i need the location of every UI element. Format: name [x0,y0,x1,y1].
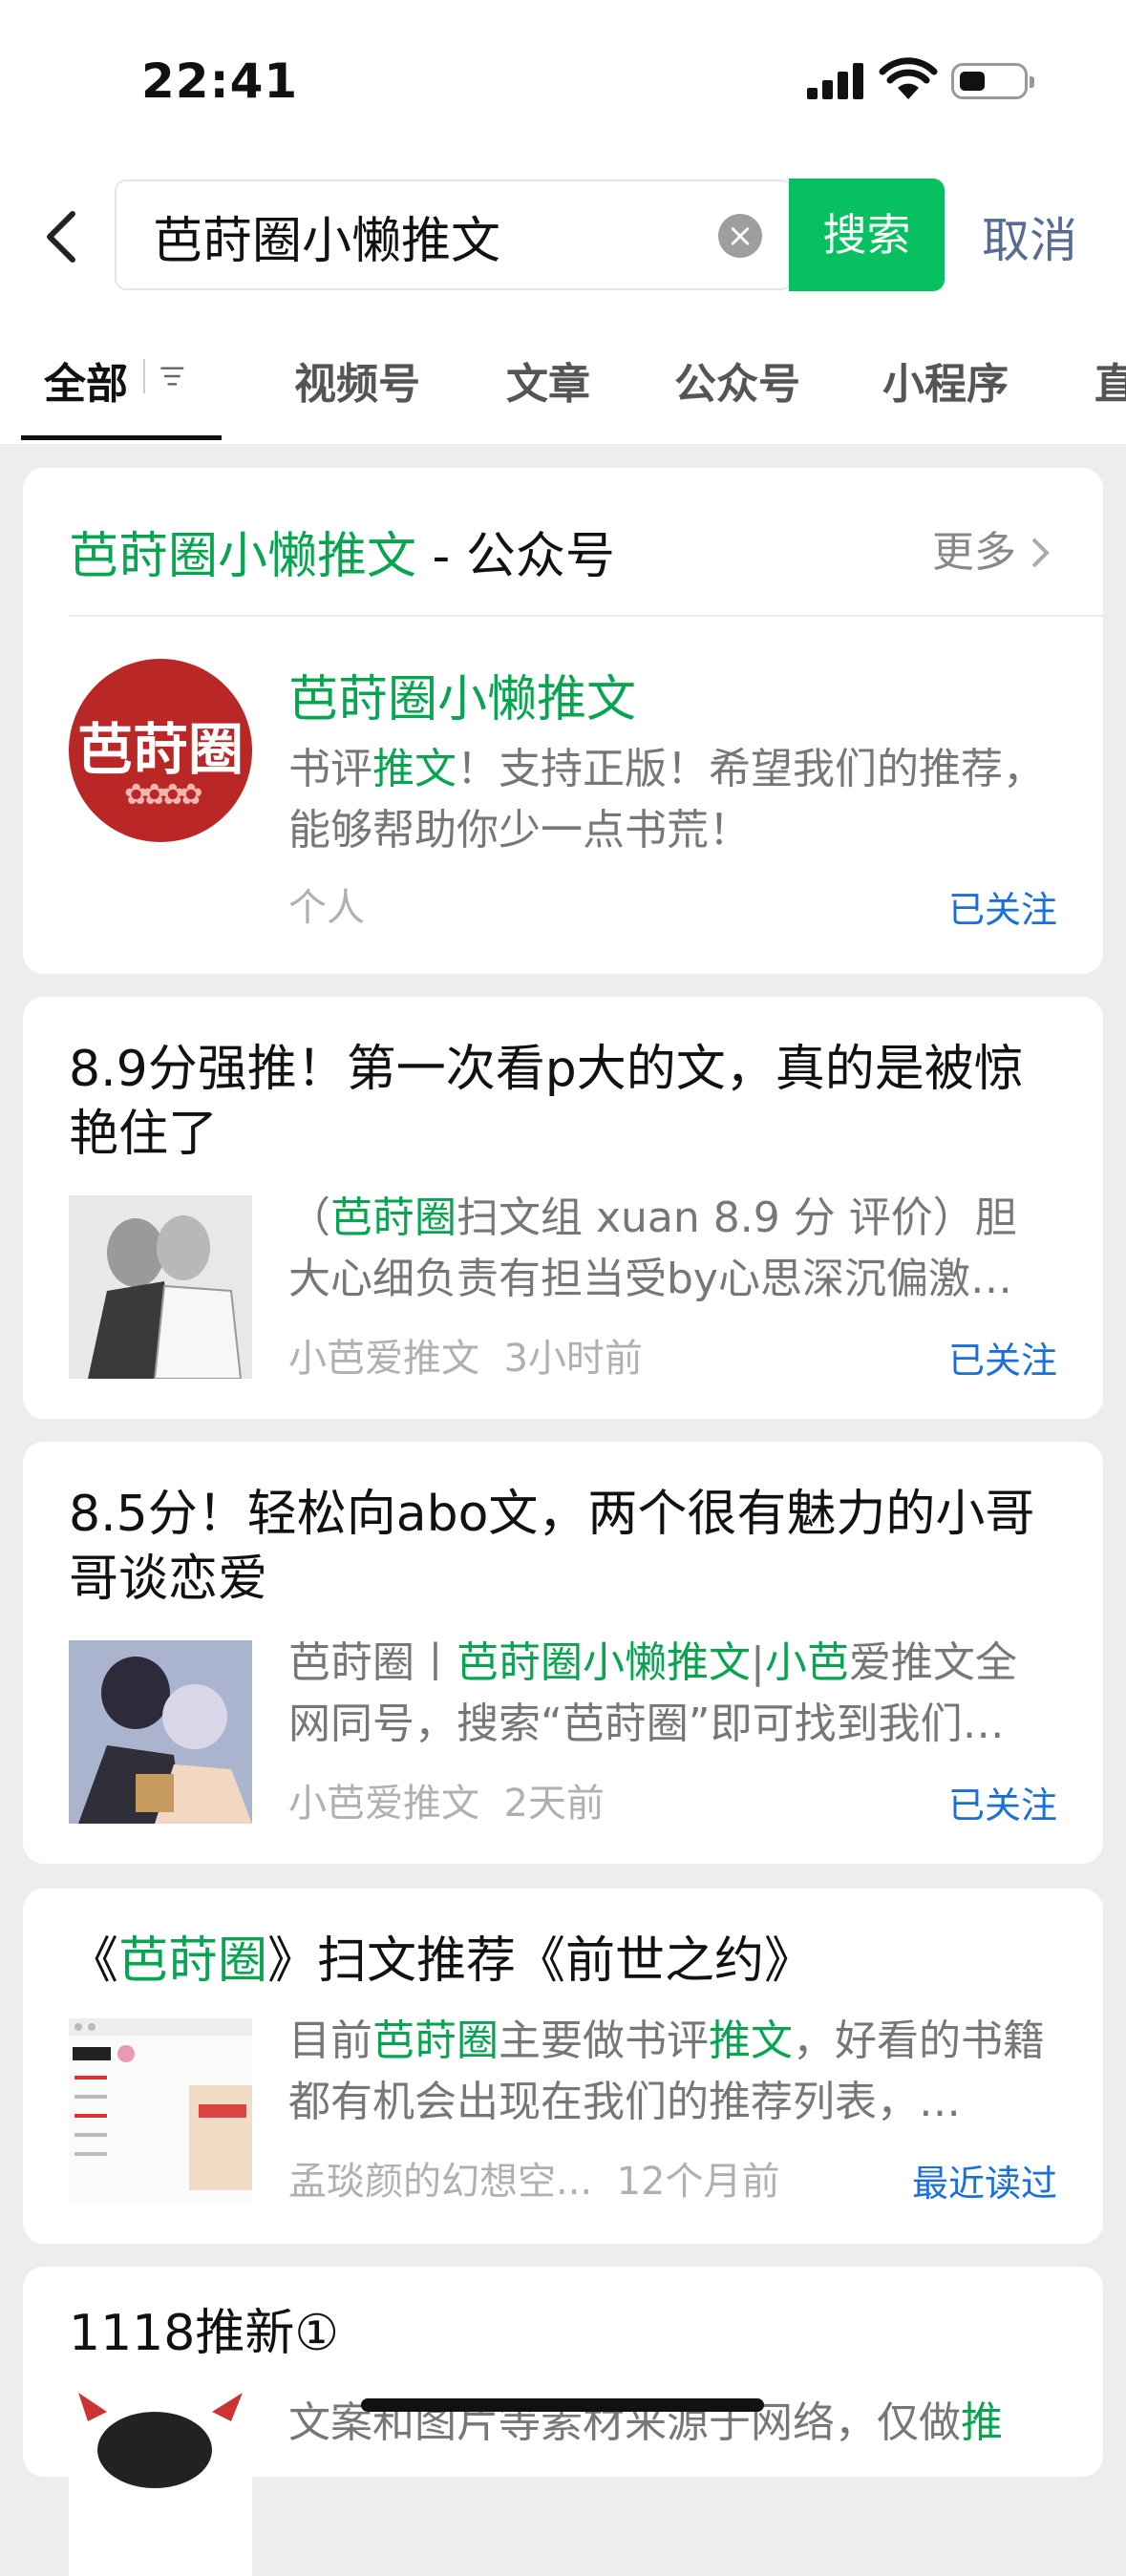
article-card[interactable]: 《芭莳圈》扫文推荐《前世之约》 目前芭莳圈主要做书评推文，好看的书籍都有机会出现… [23,1889,1103,2244]
home-indicator [361,2398,764,2412]
article-title: 8.9分强推！第一次看p大的文，真的是被惊艳住了 [69,1041,1024,1163]
article-title: 《芭莳圈》扫文推荐《前世之约》 [69,1932,815,1990]
chevron-right-icon [1031,538,1050,568]
article-title: 1118推新① [69,2305,339,2362]
follow-status: 最近读过 [911,2163,1057,2205]
article-thumbnail [69,1640,252,1824]
divider [69,615,1103,617]
account-section-title: 芭莳圈小懒推文 - 公众号 [69,528,615,585]
wifi-icon [879,57,938,99]
article-time: 2天前 [503,1782,605,1826]
more-link[interactable]: 更多 [932,517,1051,579]
status-time: 22:41 [141,53,299,109]
status-bar: 22:41 [0,0,1126,162]
battery-icon [951,63,1034,99]
article-card[interactable]: 8.5分！轻松向abo文，两个很有魅力的小哥哥谈恋爱 芭莳圈丨芭莳圈小懒推文|小… [23,1442,1103,1864]
tab-all[interactable]: 全部 [44,349,128,411]
article-time: 12个月前 [616,2160,780,2204]
account-type: 个人 [288,886,365,930]
search-box: × [115,179,793,290]
account-avatar: 芭莳圈 ✿✿✿✿ [69,659,252,842]
search-header: × 搜索 取消 [0,162,1126,315]
article-meta: 小芭爱推文 2天前 [288,1772,605,1827]
back-arrow-icon[interactable] [38,208,86,265]
article-meta: 小芭爱推文 3小时前 [288,1327,643,1383]
flower-icon: ✿✿✿✿ [124,778,203,812]
cancel-button[interactable]: 取消 [982,202,1077,271]
article-summary: 芭莳圈丨芭莳圈小懒推文|小芭爱推文全网同号，搜索“芭莳圈”即可找到我们… [288,1638,1017,1748]
follow-status: 已关注 [947,1784,1057,1826]
active-tab-indicator [21,435,222,440]
signal-icon [807,61,866,99]
article-meta: 孟琰颜的幻想空... 12个月前 [288,2150,780,2206]
article-thumbnail [69,1195,252,1379]
clear-icon[interactable]: × [718,214,762,258]
account-name: 芭莳圈小懒推文 [288,671,637,728]
article-summary: 目前芭莳圈主要做书评推文，好看的书籍都有机会出现在我们的推荐列表，… [288,2016,1045,2126]
tab-divider [143,359,145,393]
follow-status: 已关注 [947,1340,1057,1382]
tab-official-accounts[interactable]: 公众号 [674,349,800,411]
account-description: 书评推文！支持正版！希望我们的推荐，能够帮助你少一点书荒！ [288,745,1045,855]
article-card[interactable]: 8.9分强推！第一次看p大的文，真的是被惊艳住了 （芭莳圈扫文组 xuan 8.… [23,997,1103,1419]
tab-live[interactable]: 直 [1094,349,1126,411]
article-source: 孟琰颜的幻想空... [288,2160,593,2204]
article-card[interactable]: 1118推新① 文案和图片等素材来源于网络，仅做推 [23,2267,1103,2576]
follow-status: 已关注 [947,889,1057,931]
article-source: 小芭爱推文 [288,1337,479,1381]
filter-icon[interactable] [159,355,206,397]
article-summary: （芭莳圈扫文组 xuan 8.9 分 评价）胆大心细负责有担当受by心思深沉偏激… [288,1193,1017,1303]
article-thumbnail [69,2393,252,2576]
search-input[interactable] [151,181,690,290]
article-source: 小芭爱推文 [288,1782,479,1826]
tab-mini-programs[interactable]: 小程序 [882,349,1009,411]
article-thumbnail [69,2018,252,2202]
filter-tabs: 全部 视频号 文章 公众号 小程序 直 [0,315,1126,444]
tab-channels[interactable]: 视频号 [294,349,420,411]
article-time: 3小时前 [503,1337,643,1381]
search-button[interactable]: 搜索 [789,179,945,291]
tab-articles[interactable]: 文章 [506,349,590,411]
official-account-card[interactable]: 芭莳圈小懒推文 - 公众号 更多 芭莳圈 ✿✿✿✿ 芭莳圈小懒推文 书评推文！支… [23,468,1103,974]
article-title: 8.5分！轻松向abo文，两个很有魅力的小哥哥谈恋爱 [69,1486,1035,1608]
